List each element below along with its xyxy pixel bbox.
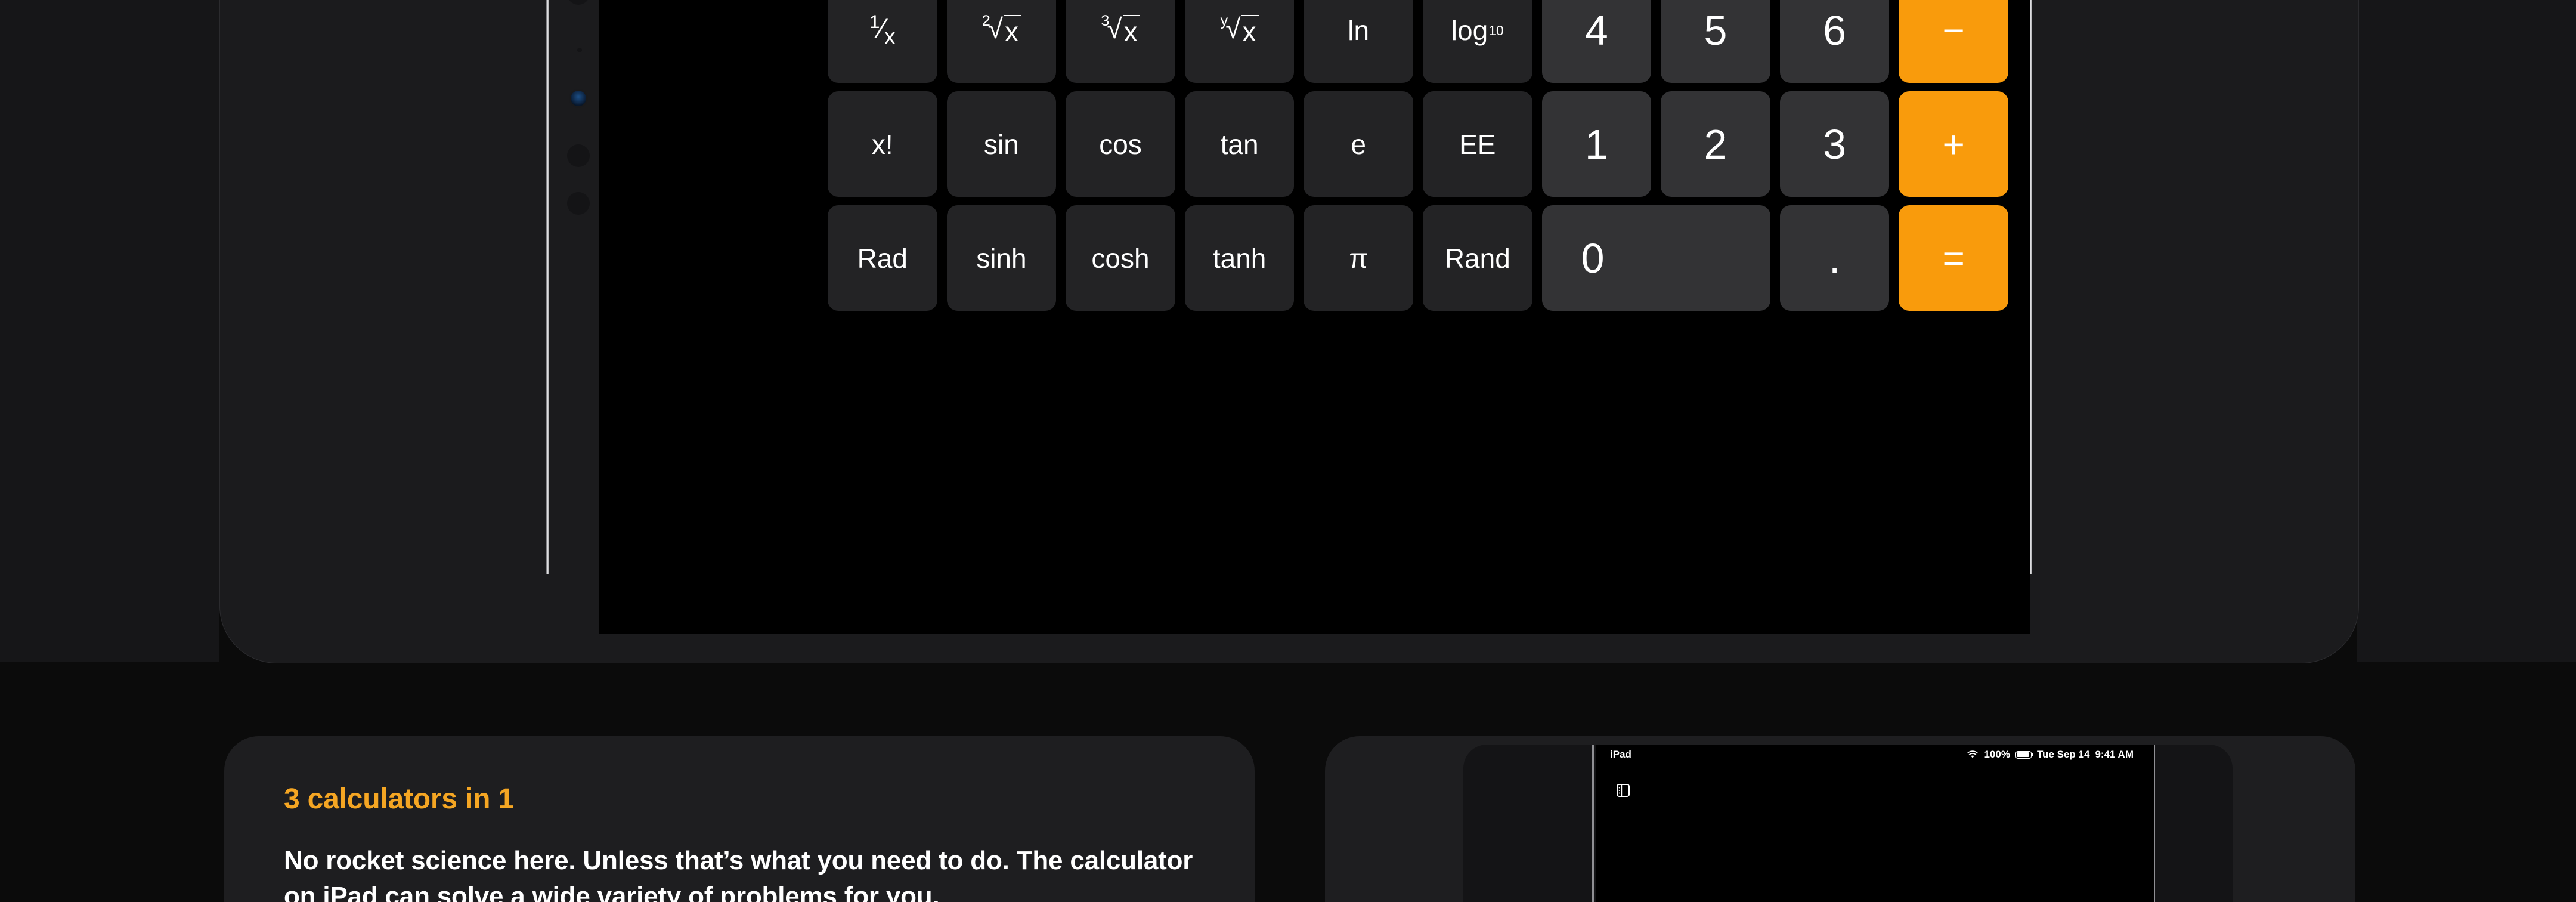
key-radians[interactable]: Rad [828,205,937,311]
device-rail-left [546,0,549,574]
battery-icon [2015,750,2033,759]
key-sinh[interactable]: sinh [946,205,1057,311]
key-sin[interactable]: sin [946,91,1057,197]
status-date: Tue Sep 14 [2036,749,2090,760]
key-euler[interactable]: e [1304,91,1413,197]
card-eyebrow: 3 calculators in 1 [284,783,514,815]
key-random[interactable]: Rand [1423,205,1532,311]
key-factorial[interactable]: x! [828,91,937,197]
key-2[interactable]: 2 [1661,91,1770,197]
key-cos[interactable]: cos [1066,91,1175,197]
square-root-glyph: 2 √ x [982,13,1021,45]
y-root-glyph: y √ x [1221,13,1259,45]
key-subtract[interactable]: − [1899,0,2008,83]
page-root: ( ) mc m+ m- mr C +/− % ÷ 2nd x2 x3 [0,0,2576,902]
key-decimal-point[interactable]: . [1779,205,1890,311]
key-4[interactable]: 4 [1541,0,1652,83]
mini-ipad-device: iPad 100% Tue Sep 14 9:41 AM [1463,745,2233,902]
key-log-base-10[interactable]: log 10 [1423,0,1532,83]
key-cosh[interactable]: cosh [1066,205,1175,311]
key-tanh[interactable]: tanh [1184,205,1295,311]
key-y-root[interactable]: y √ x [1184,0,1295,83]
key-reciprocal[interactable]: 1⁄x [828,0,937,83]
key-square-root[interactable]: 2 √ x [946,0,1057,83]
status-bar: iPad 100% Tue Sep 14 9:41 AM [1596,745,2154,765]
key-3[interactable]: 3 [1779,91,1890,197]
microphone-icon [577,48,582,52]
wifi-icon [1967,750,1979,758]
card-body-text: No rocket science here. Unless that’s wh… [284,846,1193,902]
front-camera-icon [571,91,586,106]
marketing-card-right: iPad 100% Tue Sep 14 9:41 AM [1325,736,2355,902]
status-time: 9:41 AM [2095,749,2134,760]
bezel-sensor-strip [562,0,598,233]
ambient-slab-right [2357,0,2576,662]
sidebar-toggle-icon[interactable] [1616,781,1630,799]
mini-ipad-screen: iPad 100% Tue Sep 14 9:41 AM [1596,745,2154,902]
battery-percent-label: 100% [1984,749,2010,760]
key-natural-log[interactable]: ln [1304,0,1413,83]
calculator-keypad: ( ) mc m+ m- mr C +/− % ÷ 2nd x2 x3 [828,0,2008,311]
speaker-hole-icon [567,144,590,167]
key-0[interactable]: 0 [1541,205,1770,311]
key-5[interactable]: 5 [1661,0,1770,83]
key-6[interactable]: 6 [1779,0,1890,83]
cube-root-glyph: 3 √ x [1101,13,1140,45]
key-equals[interactable]: = [1899,205,2008,311]
log-glyph: log [1451,14,1488,46]
status-device-label: iPad [1610,749,1631,760]
key-exponent-entry[interactable]: EE [1423,91,1532,197]
key-cube-root[interactable]: 3 √ x [1066,0,1175,83]
key-pi[interactable]: π [1304,205,1413,311]
mini-device-rail-left [1592,745,1594,902]
ambient-slab-left [0,0,219,662]
status-bar-right-group: 100% Tue Sep 14 9:41 AM [1967,749,2134,761]
speaker-hole-icon [567,192,590,215]
marketing-card-left: 3 calculators in 1 No rocket science her… [224,736,1255,902]
key-add[interactable]: + [1899,91,2008,197]
speaker-hole-icon [567,0,590,5]
key-1[interactable]: 1 [1541,91,1652,197]
reciprocal-glyph: 1⁄x [869,11,896,49]
ipad-device-frame: ( ) mc m+ m- mr C +/− % ÷ 2nd x2 x3 [219,0,2359,663]
key-tan[interactable]: tan [1184,91,1295,197]
ipad-screen: ( ) mc m+ m- mr C +/− % ÷ 2nd x2 x3 [599,0,2030,634]
